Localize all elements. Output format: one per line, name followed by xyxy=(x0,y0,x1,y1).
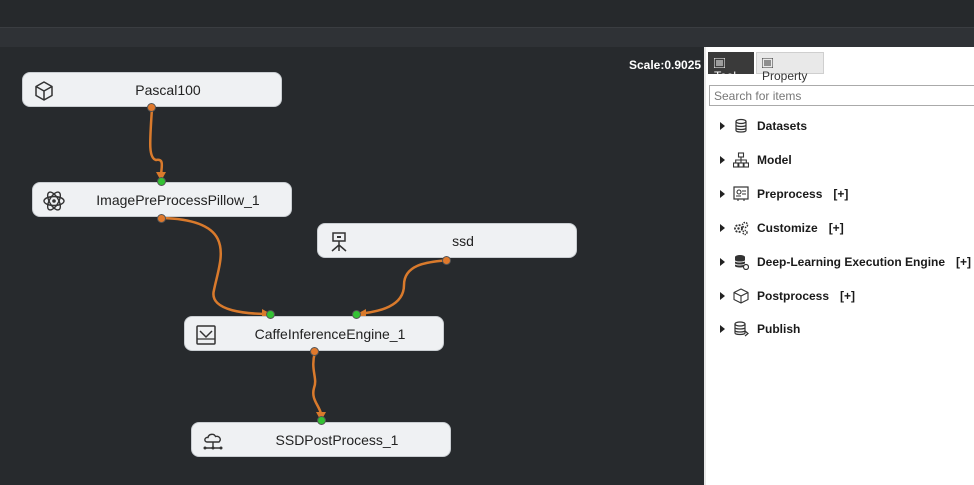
wire-caffe-to-postprocess xyxy=(312,351,323,422)
input-port[interactable] xyxy=(352,310,361,319)
output-port[interactable] xyxy=(310,347,319,356)
tree-item-label: Publish xyxy=(757,322,801,336)
node-label: SSDPostProcess_1 xyxy=(275,432,399,448)
tree-item-label: Deep-Learning Execution Engine xyxy=(757,255,946,269)
publish-db-icon xyxy=(734,321,749,337)
cube-icon xyxy=(35,81,53,101)
tree-item-label: Preprocess xyxy=(757,187,823,201)
node-pascal100[interactable]: Pascal100 xyxy=(22,72,282,107)
node-label: ImagePreProcessPillow_1 xyxy=(96,192,260,208)
input-port[interactable] xyxy=(266,310,275,319)
tree-item-dl-engine[interactable]: Deep-Learning Execution Engine [+] xyxy=(720,252,971,272)
add-customize-button[interactable]: [+] xyxy=(829,221,844,235)
wire-preprocess-to-caffe xyxy=(161,216,271,316)
scale-label: Scale:0.9025 xyxy=(629,58,702,72)
tool-panel: Tool Property Datasets Model Preprocess … xyxy=(706,47,974,485)
caret-right-icon[interactable] xyxy=(720,325,725,333)
wire-pascal-to-preprocess xyxy=(149,107,164,182)
input-port[interactable] xyxy=(317,416,326,425)
tree-item-label: Postprocess xyxy=(757,289,830,303)
tree-item-datasets[interactable]: Datasets xyxy=(720,116,807,136)
caret-right-icon[interactable] xyxy=(720,258,725,266)
gears-icon xyxy=(734,221,749,236)
node-label: CaffeInferenceEngine_1 xyxy=(254,326,406,342)
tree-item-preprocess[interactable]: Preprocess [+] xyxy=(720,184,848,204)
input-port[interactable] xyxy=(157,177,166,186)
caret-right-icon[interactable] xyxy=(720,122,725,130)
box-icon xyxy=(733,288,749,304)
database-icon xyxy=(735,118,747,133)
output-port[interactable] xyxy=(442,256,451,265)
atom-icon xyxy=(43,191,65,211)
engine-db-icon xyxy=(734,255,749,270)
tree-item-customize[interactable]: Customize [+] xyxy=(720,218,844,238)
tab-property[interactable]: Property xyxy=(756,52,824,83)
node-caffe-inference[interactable]: CaffeInferenceEngine_1 xyxy=(184,316,444,351)
tree-item-label: Datasets xyxy=(757,119,808,133)
node-label: ssd xyxy=(452,233,474,249)
model-network-icon xyxy=(331,232,347,252)
caret-right-icon[interactable] xyxy=(720,156,725,164)
tree-item-label: Model xyxy=(757,153,792,167)
node-image-preprocess[interactable]: ImagePreProcessPillow_1 xyxy=(32,182,292,217)
wire-ssd-to-caffe xyxy=(356,258,448,316)
tree-item-model[interactable]: Model xyxy=(720,150,792,170)
hierarchy-icon xyxy=(733,152,749,168)
inbox-icon xyxy=(196,325,216,345)
output-port[interactable] xyxy=(147,103,156,112)
caret-right-icon[interactable] xyxy=(720,190,725,198)
tab-tool[interactable]: Tool xyxy=(708,52,754,83)
cloud-network-icon xyxy=(203,433,223,450)
output-port[interactable] xyxy=(157,214,166,223)
preprocess-icon xyxy=(733,186,749,201)
list-icon xyxy=(713,57,726,69)
tree-item-label: Customize xyxy=(757,221,818,235)
search-input[interactable] xyxy=(709,85,974,106)
tree-item-publish[interactable]: Publish xyxy=(720,319,800,339)
tree-item-postprocess[interactable]: Postprocess [+] xyxy=(720,286,855,306)
node-ssd[interactable]: ssd xyxy=(317,223,577,258)
node-label: Pascal100 xyxy=(135,82,201,98)
add-dl-engine-button[interactable]: [+] xyxy=(956,255,971,269)
list-icon xyxy=(761,57,774,69)
add-preprocess-button[interactable]: [+] xyxy=(833,187,848,201)
node-ssd-postprocess[interactable]: SSDPostProcess_1 xyxy=(191,422,451,457)
add-postprocess-button[interactable]: [+] xyxy=(840,289,855,303)
caret-right-icon[interactable] xyxy=(720,224,725,232)
caret-right-icon[interactable] xyxy=(720,292,725,300)
